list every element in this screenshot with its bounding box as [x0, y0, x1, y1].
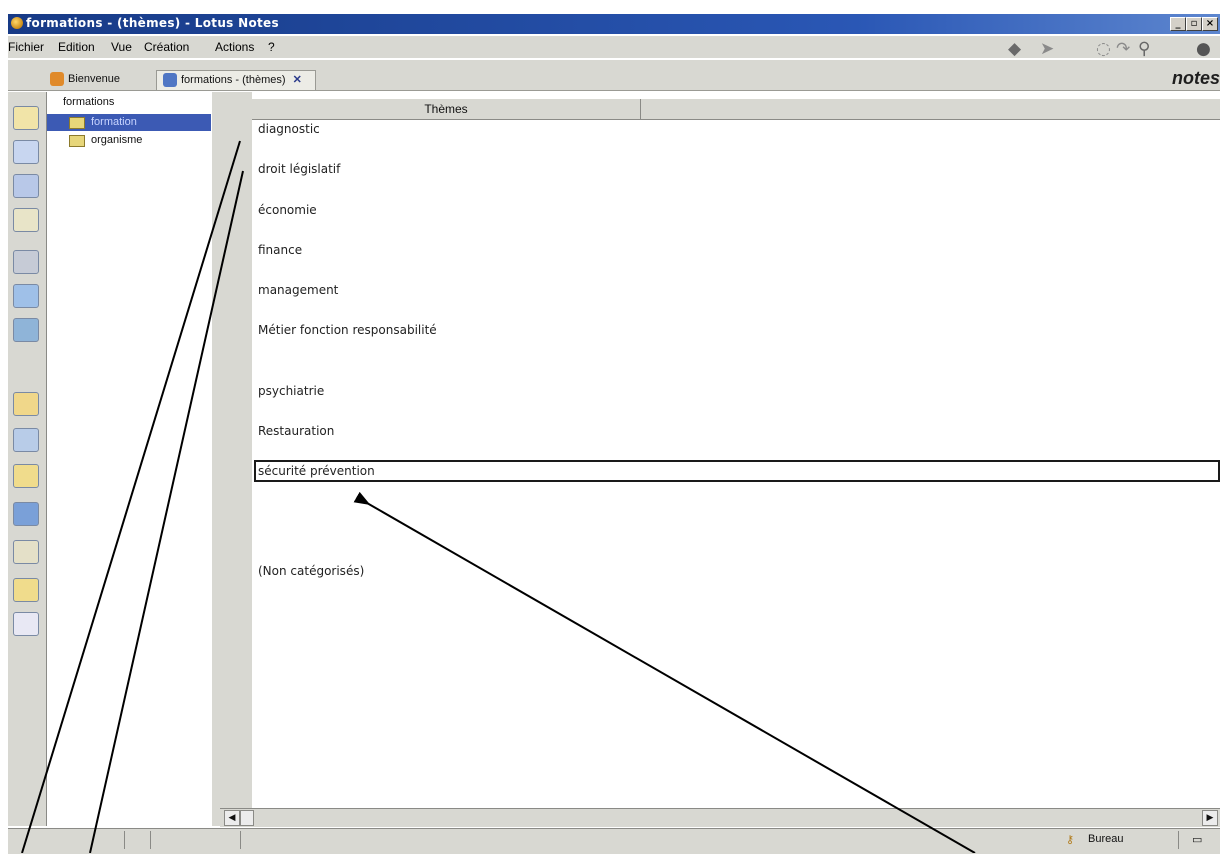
category-row-selected[interactable]: sécurité prévention	[258, 464, 375, 478]
menu-bar: Fichier Edition Vue Création Actions ? ◆…	[8, 36, 1220, 59]
status-divider	[124, 831, 125, 849]
category-row[interactable]: Restauration	[258, 424, 334, 438]
lotus-notes-app-icon	[11, 17, 23, 29]
address-book-icon[interactable]	[13, 174, 39, 198]
view-margin	[212, 92, 253, 826]
status-divider	[1178, 831, 1179, 849]
close-tab-icon[interactable]: ✕	[293, 74, 302, 86]
status-divider	[150, 831, 151, 849]
globe-icon[interactable]: ●	[1196, 39, 1211, 59]
selected-row-highlight[interactable]	[254, 460, 1220, 482]
minimize-button[interactable]: _	[1170, 17, 1186, 31]
category-row[interactable]: (Non catégorisés)	[258, 564, 364, 578]
tab-bar: Bienvenue formations - (thèmes) ✕ notes	[8, 60, 1220, 91]
todo-icon[interactable]	[13, 208, 39, 232]
maximize-button[interactable]: ▫	[1186, 17, 1202, 31]
tab-formations-themes[interactable]: formations - (thèmes) ✕	[156, 70, 316, 90]
menu-vue[interactable]: Vue	[111, 40, 132, 54]
horizontal-scrollbar[interactable]: ◀ ▶	[220, 808, 1220, 827]
home-icon	[50, 72, 64, 86]
menu-creation[interactable]: Création	[144, 40, 189, 54]
notes-brand-logo: notes	[1171, 68, 1220, 88]
calendar-icon[interactable]	[13, 140, 39, 164]
column-header-themes[interactable]: Thèmes	[252, 99, 641, 119]
title-bar: formations - (thèmes) - Lotus Notes _ ▫ …	[8, 14, 1220, 34]
scroll-left-button[interactable]: ◀	[224, 810, 240, 826]
category-row[interactable]: économie	[258, 203, 317, 217]
view-navigator: formations formation organisme	[46, 92, 214, 826]
navigator-item-organisme[interactable]: organisme	[47, 132, 211, 149]
category-row[interactable]: psychiatrie	[258, 384, 324, 398]
navigator-item-label: formation	[91, 116, 137, 128]
menu-fichier[interactable]: Fichier	[8, 40, 44, 54]
database-icon	[163, 73, 177, 88]
refresh-icon[interactable]: ↷	[1116, 39, 1130, 59]
close-window-button[interactable]: ×	[1202, 17, 1218, 31]
view-icon	[69, 117, 85, 129]
favorites-icon[interactable]	[13, 392, 39, 416]
category-row[interactable]: finance	[258, 243, 302, 257]
tab-bienvenue[interactable]: Bienvenue	[50, 70, 150, 90]
forward-arrow-icon[interactable]: ➤	[1040, 39, 1054, 59]
key-icon[interactable]: ⚷	[1066, 833, 1074, 846]
category-row[interactable]: diagnostic	[258, 122, 320, 136]
column-header-bar: Thèmes	[252, 98, 1220, 120]
view-pane: Thèmes diagnostic droit législatif écono…	[252, 92, 1220, 826]
notes-n-icon[interactable]	[13, 540, 39, 564]
inbox-icon[interactable]: ▭	[1192, 833, 1202, 846]
scroll-thumb[interactable]	[240, 810, 254, 826]
category-row[interactable]: management	[258, 283, 338, 297]
back-arrow-icon[interactable]: ◆	[1008, 39, 1021, 59]
status-divider	[240, 831, 241, 849]
scroll-right-button[interactable]: ▶	[1202, 810, 1218, 826]
calendar-grid-icon[interactable]	[13, 612, 39, 636]
tab-formations-label: formations - (thèmes)	[181, 74, 286, 86]
tab-bienvenue-label: Bienvenue	[68, 72, 120, 85]
location-label[interactable]: Bureau	[1088, 833, 1123, 845]
category-row[interactable]: Métier fonction responsabilité	[258, 323, 437, 337]
category-row[interactable]: droit législatif	[258, 162, 340, 176]
menu-actions[interactable]: Actions	[215, 40, 254, 54]
status-bar: ⚷ Bureau ▭	[8, 828, 1220, 854]
navigator-root[interactable]: formations	[63, 96, 114, 108]
navigator-item-label: organisme	[91, 134, 143, 146]
web-icon[interactable]	[13, 502, 39, 526]
databases-icon[interactable]	[13, 428, 39, 452]
browser-icon[interactable]	[13, 284, 39, 308]
stop-icon[interactable]: ◌	[1096, 39, 1111, 59]
menu-edition[interactable]: Edition	[58, 40, 95, 54]
search-icon[interactable]: ⚲	[1138, 39, 1150, 59]
replicator-icon[interactable]	[13, 250, 39, 274]
navigator-item-formation[interactable]: formation	[47, 114, 211, 131]
internet-explorer-icon[interactable]	[13, 318, 39, 342]
bookmark-bar	[8, 92, 46, 826]
folder-icon[interactable]	[13, 464, 39, 488]
menu-help[interactable]: ?	[268, 40, 275, 54]
window-title: formations - (thèmes) - Lotus Notes	[26, 16, 279, 30]
folder-icon[interactable]	[13, 578, 39, 602]
mail-icon[interactable]	[13, 106, 39, 130]
view-icon	[69, 135, 85, 147]
